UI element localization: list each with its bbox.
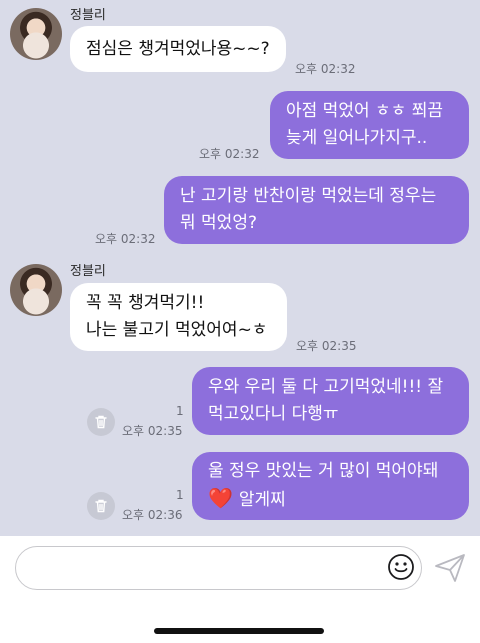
message-timestamp: 오후 02:35 [122, 424, 183, 438]
emoji-button[interactable] [387, 553, 415, 581]
message-timestamp: 오후 02:36 [122, 508, 183, 522]
message-text: 먹고있다니 다행ㅠ [208, 404, 339, 424]
incoming-message-bubble[interactable]: 꼭 꼭 챙겨먹기!! 나는 불고기 먹었어여~ㅎ [70, 283, 287, 351]
message-text: 알게찌 [238, 490, 286, 510]
outgoing-message-bubble[interactable]: 난 고기랑 반찬이랑 먹었는데 정우는 뭐 먹었엉? [164, 176, 469, 244]
sender-name: 정블리 [70, 8, 106, 23]
unread-count: 1 [176, 404, 184, 418]
sender-name: 정블리 [70, 264, 106, 279]
sender-avatar[interactable] [10, 8, 62, 60]
outgoing-message-bubble[interactable]: 아점 먹었어 ㅎㅎ 쬐끔 늦게 일어나가지구.. [270, 91, 469, 159]
message-text-line: ❤️ 알게찌 [208, 485, 469, 514]
heart-icon: ❤️ [208, 486, 233, 510]
message-text: 점심은 챙겨먹었나용~~? [86, 38, 270, 59]
send-button[interactable] [433, 552, 467, 584]
message-input[interactable] [15, 546, 422, 590]
message-timestamp: 오후 02:35 [296, 339, 357, 353]
message-text: 꼭 꼭 챙겨먹기!! [86, 293, 205, 313]
message-text: 우와 우리 둘 다 고기먹었네!!! 잘 [208, 377, 444, 397]
message-text: 뭐 먹었엉? [180, 213, 257, 233]
delete-message-button[interactable] [87, 408, 115, 436]
trash-icon [95, 499, 107, 513]
send-arrow-icon [435, 554, 465, 582]
message-text: 나는 불고기 먹었어여~ㅎ [86, 320, 268, 340]
message-timestamp: 오후 02:32 [199, 147, 260, 161]
outgoing-message-bubble[interactable]: 우와 우리 둘 다 고기먹었네!!! 잘 먹고있다니 다행ㅠ [192, 367, 469, 435]
message-text: 늦게 일어나가지구.. [286, 128, 428, 148]
message-input-bar [0, 536, 480, 643]
message-text: 울 정우 맛있는 거 많이 먹어야돼 [208, 461, 439, 481]
message-timestamp: 오후 02:32 [95, 232, 156, 246]
unread-count: 1 [176, 488, 184, 502]
smiley-icon [388, 554, 414, 580]
trash-icon [95, 415, 107, 429]
message-text: 아점 먹었어 ㅎㅎ 쬐끔 [286, 101, 443, 121]
chat-area: 정블리 점심은 챙겨먹었나용~~? 오후 02:32 아점 먹었어 ㅎㅎ 쬐끔 … [0, 0, 480, 536]
sender-avatar[interactable] [10, 264, 62, 316]
home-indicator [154, 628, 324, 634]
message-timestamp: 오후 02:32 [295, 62, 356, 76]
message-text: 난 고기랑 반찬이랑 먹었는데 정우는 [180, 186, 437, 206]
incoming-message-bubble[interactable]: 점심은 챙겨먹었나용~~? [70, 26, 286, 72]
delete-message-button[interactable] [87, 492, 115, 520]
outgoing-message-bubble[interactable]: 울 정우 맛있는 거 많이 먹어야돼 ❤️ 알게찌 [192, 452, 469, 520]
